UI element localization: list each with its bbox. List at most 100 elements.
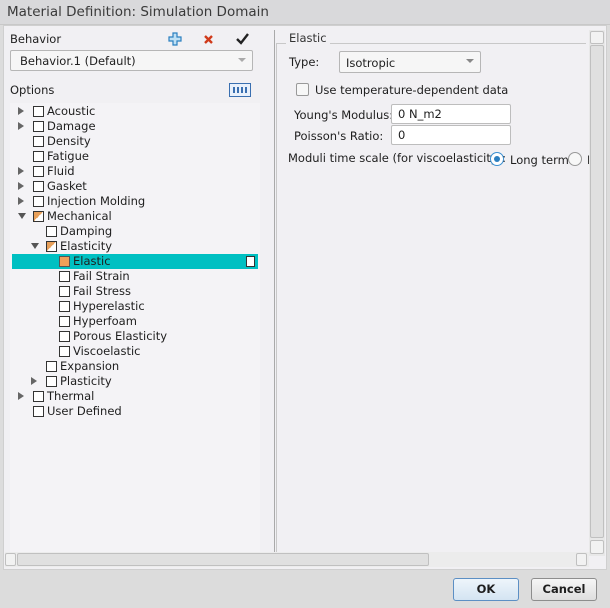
tree-item[interactable]: Gasket bbox=[12, 179, 258, 194]
vertical-scrollbar[interactable] bbox=[589, 30, 605, 556]
tree-item-checkbox[interactable] bbox=[33, 181, 44, 192]
horizontal-scrollbar[interactable] bbox=[5, 552, 589, 567]
expand-arrow-icon[interactable] bbox=[31, 377, 37, 385]
chevron-down-icon bbox=[466, 59, 474, 63]
tree-item-checkbox[interactable] bbox=[33, 211, 44, 222]
check-icon[interactable] bbox=[236, 33, 249, 45]
tree-item-label: Thermal bbox=[47, 389, 95, 403]
expand-arrow-icon[interactable] bbox=[18, 182, 24, 190]
tree-item-checkbox[interactable] bbox=[33, 136, 44, 147]
type-dropdown[interactable]: Isotropic bbox=[339, 51, 481, 73]
tree-item-checkbox[interactable] bbox=[59, 271, 70, 282]
tree-item-checkbox[interactable] bbox=[59, 301, 70, 312]
tree-item-checkbox[interactable] bbox=[33, 406, 44, 417]
tree-item-label: Gasket bbox=[47, 179, 87, 193]
tree-item-checkbox[interactable] bbox=[59, 331, 70, 342]
document-icon bbox=[246, 256, 255, 267]
tree-item-label: Elasticity bbox=[60, 239, 113, 253]
horizontal-scroll-thumb[interactable] bbox=[17, 553, 429, 566]
list-view-icon[interactable] bbox=[229, 83, 251, 97]
tree-item[interactable]: Damage bbox=[12, 119, 258, 134]
tree-item[interactable]: Fatigue bbox=[12, 149, 258, 164]
tree-item-checkbox[interactable] bbox=[59, 316, 70, 327]
tree-item-label: Acoustic bbox=[47, 104, 96, 118]
tree-item-label: Elastic bbox=[73, 254, 111, 268]
scroll-down-button[interactable] bbox=[590, 540, 604, 554]
temperature-dependent-label: Use temperature-dependent data bbox=[315, 83, 509, 97]
tree-item[interactable]: Mechanical bbox=[12, 209, 258, 224]
youngs-modulus-input[interactable]: 0 N_m2 bbox=[391, 104, 511, 124]
tree-item[interactable]: Damping bbox=[12, 224, 258, 239]
tree-item-checkbox[interactable] bbox=[59, 256, 70, 267]
tree-item-checkbox[interactable] bbox=[33, 166, 44, 177]
tree-item[interactable]: Fluid bbox=[12, 164, 258, 179]
behavior-dropdown[interactable]: Behavior.1 (Default) bbox=[10, 50, 253, 71]
collapse-arrow-icon[interactable] bbox=[18, 213, 26, 219]
tree-item-checkbox[interactable] bbox=[46, 361, 57, 372]
type-label: Type: bbox=[289, 55, 320, 69]
tree-item[interactable]: Density bbox=[12, 134, 258, 149]
tree-item[interactable]: Expansion bbox=[12, 359, 258, 374]
elastic-group-label: Elastic bbox=[286, 31, 330, 45]
scroll-left-button[interactable] bbox=[5, 553, 16, 566]
tree-item[interactable]: Injection Molding bbox=[12, 194, 258, 209]
poissons-ratio-input[interactable]: 0 bbox=[391, 125, 511, 145]
behavior-selected: Behavior.1 (Default) bbox=[20, 54, 136, 68]
delete-icon[interactable] bbox=[203, 34, 214, 45]
tree-item-checkbox[interactable] bbox=[59, 286, 70, 297]
tree-item[interactable]: Hyperelastic bbox=[12, 299, 258, 314]
scroll-up-button[interactable] bbox=[590, 31, 604, 44]
expand-arrow-icon[interactable] bbox=[18, 197, 24, 205]
tree-item-checkbox[interactable] bbox=[33, 106, 44, 117]
tree-item-checkbox[interactable] bbox=[33, 391, 44, 402]
temperature-dependent-checkbox[interactable] bbox=[296, 83, 309, 96]
expand-arrow-icon[interactable] bbox=[18, 392, 24, 400]
tree-item-checkbox[interactable] bbox=[33, 121, 44, 132]
tree-item[interactable]: Fail Stress bbox=[12, 284, 258, 299]
tree-item[interactable]: Elastic bbox=[12, 254, 258, 269]
tree-item-checkbox[interactable] bbox=[33, 196, 44, 207]
tree-item-checkbox[interactable] bbox=[46, 241, 57, 252]
tree-item-checkbox[interactable] bbox=[46, 376, 57, 387]
expand-arrow-icon[interactable] bbox=[18, 107, 24, 115]
tree-item[interactable]: Acoustic bbox=[12, 104, 258, 119]
tree-item-checkbox[interactable] bbox=[46, 226, 57, 237]
options-label: Options bbox=[10, 83, 55, 97]
tree-item-label: Density bbox=[47, 134, 91, 148]
scroll-right-button[interactable] bbox=[576, 553, 587, 566]
tree-item-checkbox[interactable] bbox=[59, 346, 70, 357]
tree-item-label: Plasticity bbox=[60, 374, 112, 388]
tree-item-label: User Defined bbox=[47, 404, 122, 418]
tree-item-checkbox[interactable] bbox=[33, 151, 44, 162]
expand-arrow-icon[interactable] bbox=[18, 122, 24, 130]
tree-item[interactable]: Fail Strain bbox=[12, 269, 258, 284]
tree-item-label: Expansion bbox=[60, 359, 120, 373]
type-selected: Isotropic bbox=[346, 56, 396, 70]
youngs-modulus-label: Young's Modulus: bbox=[294, 108, 394, 122]
moduli-time-scale-label: Moduli time scale (for viscoelasticity): bbox=[288, 151, 507, 165]
tree-item[interactable]: Thermal bbox=[12, 389, 258, 404]
tree-item-label: Hyperelastic bbox=[73, 299, 145, 313]
tree-item-label: Mechanical bbox=[47, 209, 112, 223]
window-title: Material Definition: Simulation Domain bbox=[7, 4, 269, 20]
tree-item[interactable]: Porous Elasticity bbox=[12, 329, 258, 344]
add-icon[interactable] bbox=[168, 32, 182, 46]
vertical-scroll-thumb[interactable] bbox=[590, 45, 604, 538]
tree-item[interactable]: Hyperfoam bbox=[12, 314, 258, 329]
tree-item[interactable]: Elasticity bbox=[12, 239, 258, 254]
expand-arrow-icon[interactable] bbox=[18, 167, 24, 175]
ok-button[interactable]: OK bbox=[453, 578, 519, 601]
tree-item-label: Fluid bbox=[47, 164, 75, 178]
tree-item[interactable]: Plasticity bbox=[12, 374, 258, 389]
collapse-arrow-icon[interactable] bbox=[31, 243, 39, 249]
tree-item-label: Fatigue bbox=[47, 149, 89, 163]
cancel-button[interactable]: Cancel bbox=[531, 578, 597, 601]
instantaneous-radio[interactable] bbox=[568, 152, 582, 166]
tree-item[interactable]: User Defined bbox=[12, 404, 258, 419]
tree-item-label: Damping bbox=[60, 224, 113, 238]
tree-item[interactable]: Viscoelastic bbox=[12, 344, 258, 359]
chevron-down-icon bbox=[238, 58, 246, 62]
tree-item-label: Injection Molding bbox=[47, 194, 146, 208]
tree-item-label: Damage bbox=[47, 119, 96, 133]
long-term-radio[interactable] bbox=[490, 152, 504, 166]
